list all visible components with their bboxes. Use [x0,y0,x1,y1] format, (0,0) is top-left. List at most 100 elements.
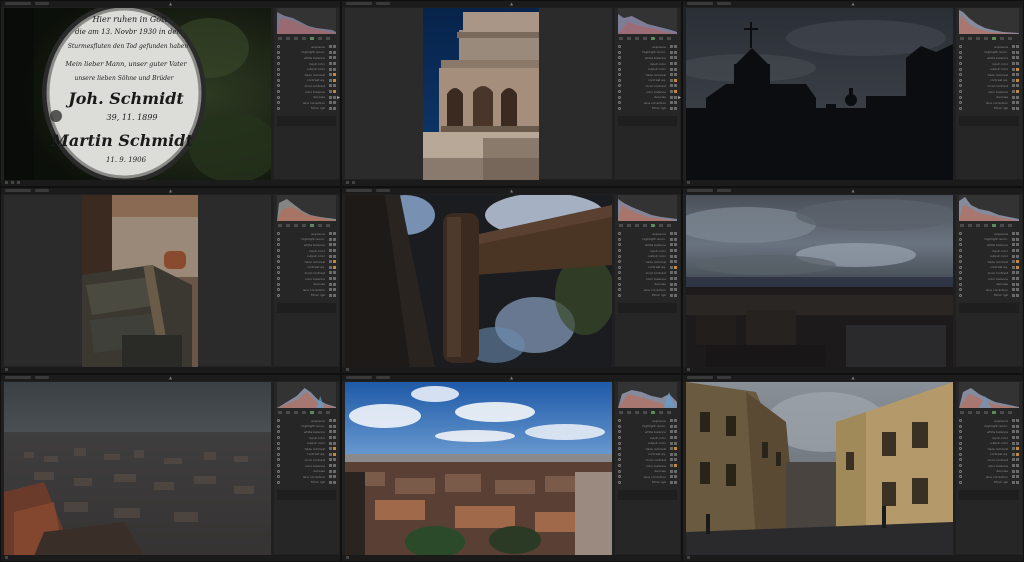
module-row[interactable]: color balance [277,89,336,95]
power-icon[interactable] [618,73,621,77]
module-row[interactable]: denoise [277,468,336,474]
module-row[interactable]: local contrast [618,83,677,89]
power-icon[interactable] [277,288,280,292]
module-row[interactable]: filmic rgb [277,106,336,112]
power-icon[interactable] [277,441,280,445]
module-row[interactable]: input color [959,435,1019,441]
chevron-up-icon[interactable]: ▲ [851,375,854,380]
module-row[interactable]: highlight recon. [277,50,336,56]
module-row[interactable]: output color [959,66,1019,72]
module-group-tabs[interactable] [278,37,335,41]
power-icon[interactable] [959,45,962,49]
power-icon[interactable] [618,464,621,468]
collapsed-module[interactable] [959,315,1019,323]
power-icon[interactable] [618,458,621,462]
power-icon[interactable] [959,95,962,99]
power-icon[interactable] [277,90,280,94]
power-icon[interactable] [277,260,280,264]
filmstrip-control[interactable] [346,2,372,5]
module-row[interactable]: input color [277,61,336,67]
power-icon[interactable] [618,243,621,247]
power-icon[interactable] [277,101,280,105]
power-icon[interactable] [959,84,962,88]
histogram[interactable] [277,382,336,408]
module-row[interactable]: filmic rgb [277,480,336,486]
star-icon[interactable] [687,181,690,184]
zoom-control[interactable] [717,376,731,379]
module-row[interactable]: color balance [618,276,677,282]
star-icon[interactable] [5,556,8,559]
star-icon[interactable] [346,368,349,371]
star-icon[interactable] [17,181,20,184]
collapsed-module[interactable] [959,128,1019,136]
collapsed-module[interactable] [959,502,1019,510]
module-row[interactable]: haze removal [618,72,677,78]
preset-box[interactable] [618,116,677,126]
zoom-control[interactable] [717,2,731,5]
power-icon[interactable] [277,249,280,253]
chevron-up-icon[interactable]: ▲ [510,375,513,380]
power-icon[interactable] [618,101,621,105]
module-row[interactable]: color balance [959,89,1019,95]
zoom-control[interactable] [35,189,49,192]
preset-box[interactable] [618,303,677,313]
power-icon[interactable] [618,430,621,434]
power-icon[interactable] [277,243,280,247]
filmstrip-control[interactable] [5,2,31,5]
power-icon[interactable] [618,441,621,445]
power-icon[interactable] [959,62,962,66]
chevron-up-icon[interactable]: ▲ [169,375,172,380]
star-icon[interactable] [346,556,349,559]
power-icon[interactable] [277,480,280,484]
power-icon[interactable] [959,447,962,451]
power-icon[interactable] [618,469,621,473]
module-row[interactable]: contrast eq. [618,452,677,458]
power-icon[interactable] [618,249,621,253]
module-row[interactable]: filmic rgb [959,480,1019,486]
module-row[interactable]: exposure [277,231,336,237]
module-row[interactable]: exposure [618,231,677,237]
module-row[interactable]: filmic rgb [618,106,677,112]
module-row[interactable]: contrast eq. [959,265,1019,271]
module-row[interactable]: highlight recon. [277,424,336,430]
star-icon[interactable] [11,181,14,184]
module-row[interactable]: contrast eq. [277,265,336,271]
zoom-control[interactable] [376,2,390,5]
star-icon[interactable] [687,368,690,371]
module-row[interactable]: haze removal [959,72,1019,78]
power-icon[interactable] [618,106,621,110]
collapsed-module[interactable] [618,128,677,136]
module-row[interactable]: denoise [959,468,1019,474]
collapsed-module[interactable] [277,315,336,323]
power-icon[interactable] [618,436,621,440]
module-row[interactable]: filmic rgb [959,293,1019,299]
power-icon[interactable] [959,101,962,105]
power-icon[interactable] [277,67,280,71]
power-icon[interactable] [618,67,621,71]
chevron-up-icon[interactable]: ▲ [510,1,513,6]
module-row[interactable]: denoise [618,281,677,287]
module-row[interactable]: contrast eq. [959,78,1019,84]
power-icon[interactable] [618,254,621,258]
module-row[interactable]: highlight recon. [618,237,677,243]
module-row[interactable]: haze removal [959,446,1019,452]
filmstrip-control[interactable] [687,189,713,192]
power-icon[interactable] [277,232,280,236]
module-group-tabs[interactable] [960,411,1018,415]
power-icon[interactable] [618,237,621,241]
image-canvas[interactable] [686,8,953,181]
star-icon[interactable] [687,556,690,559]
filmstrip-control[interactable] [346,376,372,379]
histogram[interactable] [959,8,1019,34]
module-row[interactable]: denoise [618,468,677,474]
module-row[interactable]: lens correction [277,287,336,293]
power-icon[interactable] [959,464,962,468]
module-row[interactable]: filmic rgb [277,293,336,299]
module-row[interactable]: exposure [277,44,336,50]
power-icon[interactable] [618,282,621,286]
module-row[interactable]: lens correction [959,100,1019,106]
power-icon[interactable] [277,106,280,110]
filmstrip-control[interactable] [5,376,31,379]
module-row[interactable]: local contrast [959,83,1019,89]
module-row[interactable]: haze removal [277,259,336,265]
